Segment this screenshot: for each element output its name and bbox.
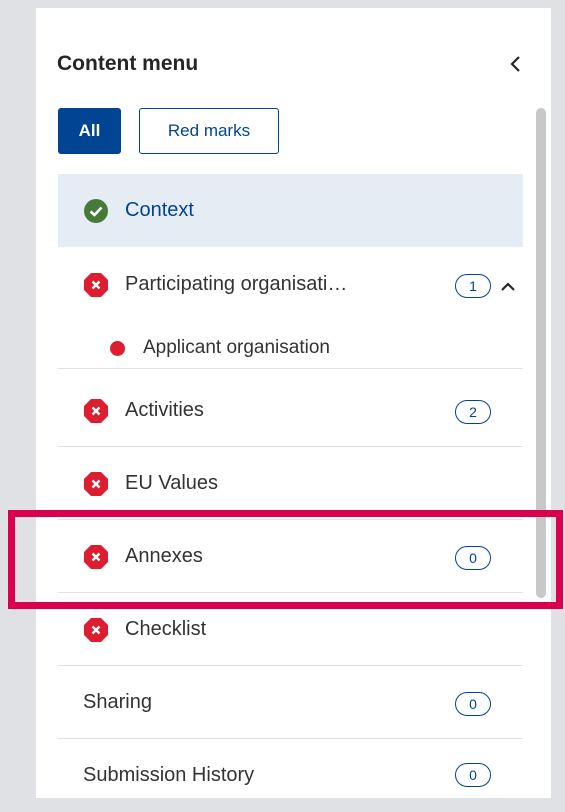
count-badge: 0	[455, 763, 491, 787]
chevron-up-icon[interactable]	[499, 279, 517, 293]
menu-item-participating-organisations[interactable]: Participating organisati… 1	[58, 247, 523, 320]
menu-item-label: Activities	[125, 399, 204, 421]
menu-item-activities[interactable]: Activities 2	[58, 374, 523, 447]
error-octagon-icon	[84, 472, 108, 496]
menu-item-label: Participating organisati…	[125, 273, 348, 295]
error-octagon-icon	[84, 273, 108, 297]
error-octagon-icon	[84, 399, 108, 423]
filter-red-marks-button[interactable]: Red marks	[139, 108, 279, 154]
content-menu-panel: Content menu All Red marks Context Parti…	[36, 8, 551, 798]
content-menu-title: Content menu	[57, 52, 199, 75]
menu-item-sharing[interactable]: Sharing 0	[58, 666, 523, 739]
menu-item-label: Submission History	[83, 764, 255, 786]
count-badge: 1	[455, 274, 491, 298]
menu-item-label: Checklist	[125, 618, 207, 640]
menu-item-context[interactable]: Context	[58, 174, 523, 247]
menu-item-label: Sharing	[83, 691, 152, 713]
error-octagon-icon	[84, 618, 108, 642]
chevron-left-icon[interactable]	[506, 54, 526, 74]
red-dot-icon	[110, 341, 125, 356]
menu-item-label: Applicant organisation	[143, 337, 330, 358]
menu-subitem-applicant-organisation[interactable]: Applicant organisation	[58, 328, 523, 369]
menu-item-label: Context	[125, 199, 194, 221]
menu-item-label: EU Values	[125, 472, 219, 494]
annexes-highlight-frame	[8, 510, 563, 609]
filter-all-button[interactable]: All	[58, 108, 121, 154]
count-badge: 0	[455, 692, 491, 716]
count-badge: 2	[455, 400, 491, 424]
check-circle-icon	[84, 199, 108, 223]
menu-item-submission-history[interactable]: Submission History 0	[58, 739, 523, 812]
